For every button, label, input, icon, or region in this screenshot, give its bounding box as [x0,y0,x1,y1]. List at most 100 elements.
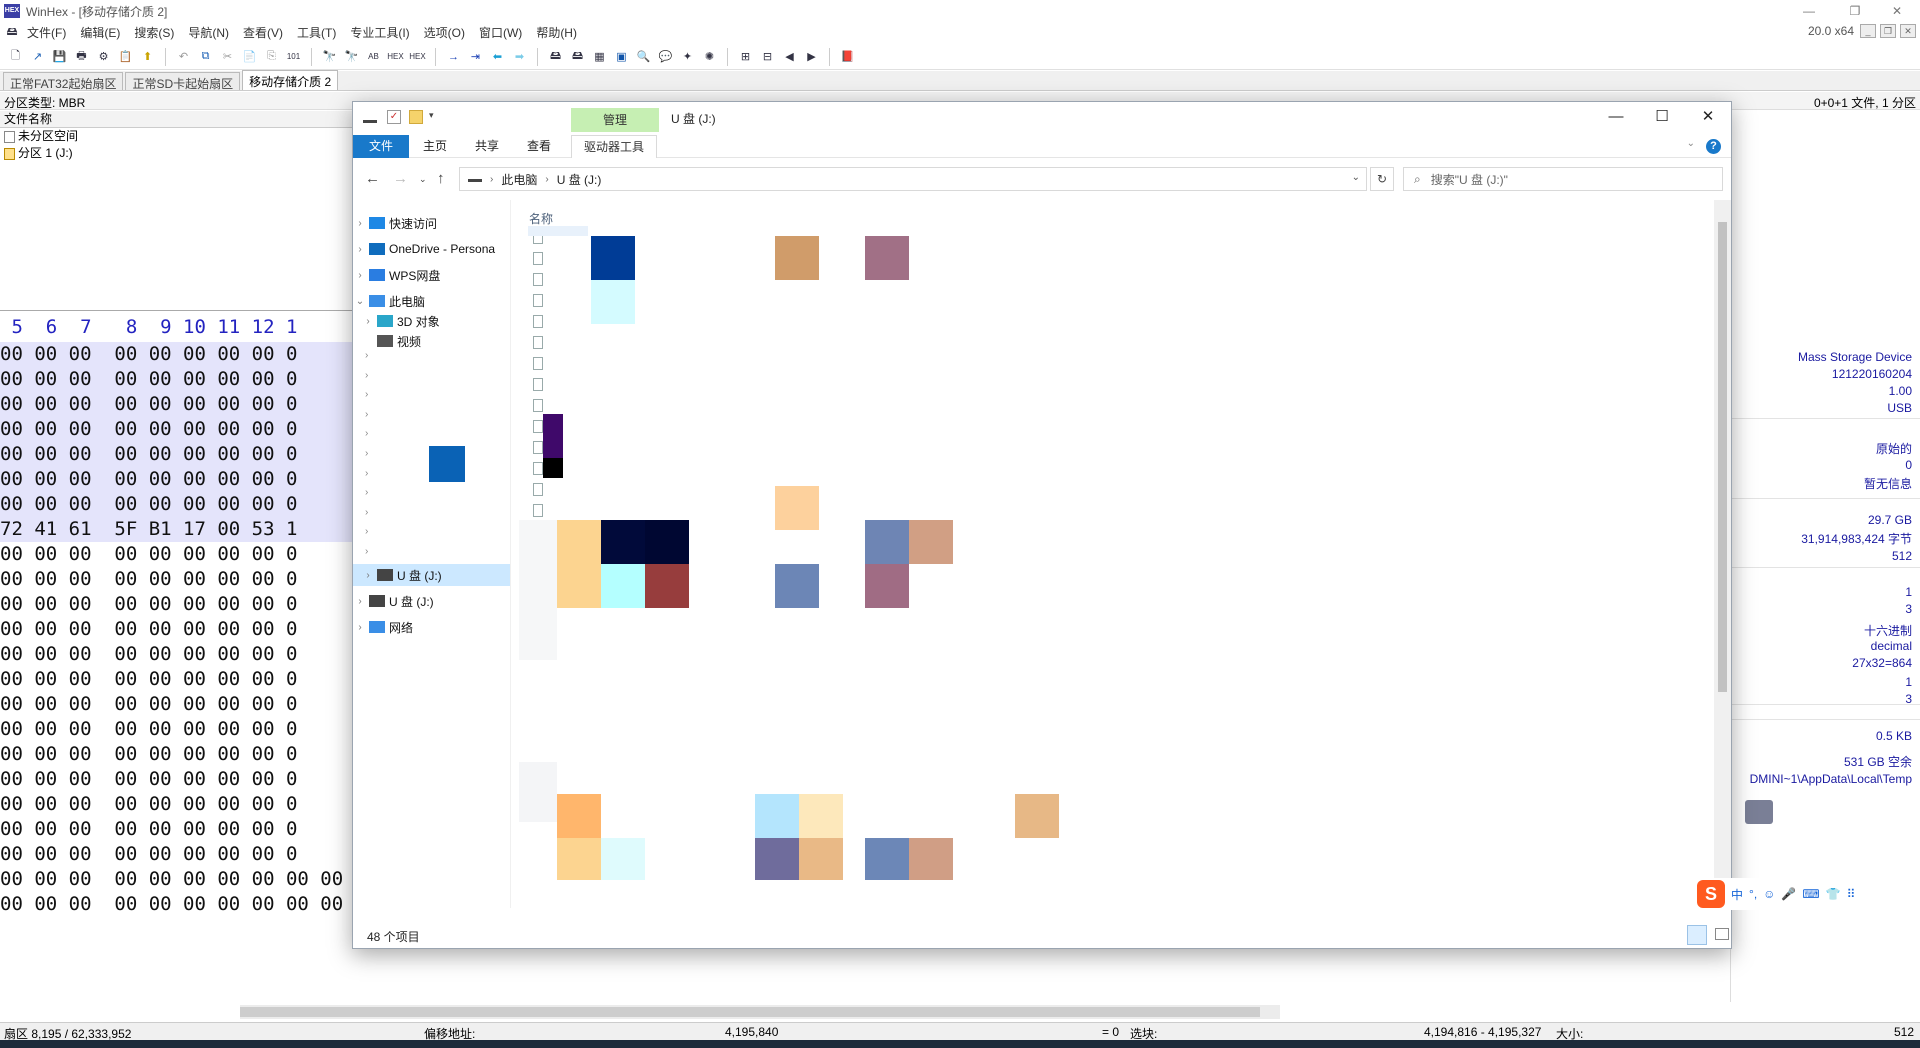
chevron-right-icon[interactable]: › [490,174,493,185]
file-list[interactable]: 名称 [513,200,1713,880]
nav-3d-objects[interactable]: › 3D 对象 [353,310,510,332]
hex-horizontal-scrollbar[interactable] [240,1005,1280,1019]
breadcrumb-drive[interactable]: U 盘 (J:) [557,171,602,188]
nav-this-pc[interactable]: ⌄ 此电脑 [353,290,510,312]
paste-icon[interactable]: 📄 [240,47,259,66]
chevron-right-icon[interactable]: › [365,526,368,537]
back-icon[interactable]: ← [365,170,380,187]
wipe-icon[interactable]: ✺ [700,47,719,66]
chevron-right-icon[interactable]: › [353,244,367,255]
tab-drive-tools[interactable]: 驱动器工具 [571,135,658,158]
maximize-icon[interactable]: ☐ [1639,102,1685,132]
nav-quick-access[interactable]: › 快速访问 [353,212,510,234]
chevron-right-icon[interactable]: › [365,428,368,439]
breadcrumb-this-pc[interactable]: 此电脑 [501,171,537,188]
menu-navigate[interactable]: 导航(N) [181,24,236,41]
undo-icon[interactable]: ↶ [174,47,193,66]
help-icon[interactable]: ? [1706,139,1721,154]
cursor-left-icon[interactable]: ◀ [780,47,799,66]
scroll-thumb[interactable] [1718,222,1727,692]
nav-drive-j[interactable]: › U 盘 (J:) [353,564,510,586]
ram-editor-icon[interactable]: ▦ [590,47,609,66]
menu-window[interactable]: 窗口(W) [472,24,529,41]
list-item[interactable]: 分区 1 (J:) [0,145,359,162]
address-bar[interactable]: › 此电脑 › U 盘 (J:) ⌄ [459,167,1367,191]
chevron-right-icon[interactable]: › [365,409,368,420]
tab-file[interactable]: 文件 [353,135,410,158]
ime-punctuation-icon[interactable]: °, [1749,887,1757,901]
calculator-icon[interactable]: ▣ [612,47,631,66]
tab-sd[interactable]: 正常SD卡起始扇区 [125,72,241,91]
tab-removable[interactable]: 移动存储介质 2 [242,70,339,90]
chevron-right-icon[interactable]: › [353,270,367,281]
chevron-right-icon[interactable]: › [365,370,368,381]
chevron-down-icon[interactable]: ⌄ [353,296,367,307]
chevron-right-icon[interactable]: › [361,316,375,327]
ime-menu-icon[interactable]: ⠿ [1847,887,1856,901]
doc-restore-icon[interactable]: ❐ [1880,24,1896,38]
binary-icon[interactable]: 101 [284,47,303,66]
ime-chinese-toggle[interactable]: 中 [1731,886,1743,903]
nav-videos[interactable]: 视频 [353,330,510,352]
ime-emoji-icon[interactable]: ☺ [1763,887,1775,901]
chevron-right-icon[interactable]: › [365,546,368,557]
paste-write-icon[interactable]: ⎘ [262,47,281,66]
forward-icon[interactable]: → [393,170,408,187]
scroll-thumb[interactable] [240,1007,1260,1017]
goto-sector-icon[interactable]: ⇥ [466,47,485,66]
open-partition-icon[interactable]: 🖴 [568,47,587,66]
menu-tools[interactable]: 工具(T) [290,24,343,41]
export-icon[interactable]: ⬆ [138,47,157,66]
find-hex-icon[interactable]: 🔭 [342,47,361,66]
minimize-icon[interactable]: — [1786,0,1832,22]
nav-network[interactable]: › 网络 [353,616,510,638]
minimize-icon[interactable]: — [1593,102,1639,132]
doc-close-icon[interactable]: ✕ [1900,24,1916,38]
tab-fat32[interactable]: 正常FAT32起始扇区 [3,72,124,91]
book-icon[interactable]: 📕 [838,47,857,66]
recover-icon[interactable]: ✦ [678,47,697,66]
new-folder-icon[interactable] [409,110,423,124]
forward-icon[interactable]: ➡ [510,47,529,66]
replace-hex-icon[interactable]: HEX [386,47,405,66]
recent-locations-icon[interactable]: ⌄ [419,174,427,185]
chevron-right-icon[interactable]: › [353,622,367,633]
copy-icon[interactable]: ⧉ [196,47,215,66]
large-icons-view-icon[interactable] [1715,928,1729,940]
close-icon[interactable]: ✕ [1685,102,1731,132]
find-text-icon[interactable]: 🔭 [320,47,339,66]
doc-minimize-icon[interactable]: _ [1860,24,1876,38]
ime-voice-icon[interactable]: 🎤 [1781,887,1796,901]
chevron-right-icon[interactable]: › [353,596,367,607]
chevron-down-icon[interactable]: ⌄ [1352,172,1360,183]
back-icon[interactable]: ⬅ [488,47,507,66]
open-icon[interactable]: ↗ [28,47,47,66]
tab-home[interactable]: 主页 [411,135,459,158]
up-icon[interactable]: ↑ [437,170,445,187]
column-header-name[interactable]: 名称 [529,210,553,227]
copy-sector-icon[interactable]: 📋 [116,47,135,66]
close-icon[interactable]: ✕ [1874,0,1920,22]
menu-edit[interactable]: 编辑(E) [73,24,127,41]
menu-search[interactable]: 搜索(S) [127,24,181,41]
template-icon[interactable]: ⊞ [736,47,755,66]
find-again-icon[interactable]: HEX [408,47,427,66]
file-list-scrollbar[interactable] [1714,200,1731,908]
chevron-right-icon[interactable]: › [365,487,368,498]
properties-icon[interactable]: ⚙ [94,47,113,66]
menu-help[interactable]: 帮助(H) [529,24,584,41]
menu-options[interactable]: 选项(O) [417,24,472,41]
details-view-icon[interactable] [1687,925,1707,945]
menu-specialist[interactable]: 专业工具(I) [343,24,416,41]
expand-ribbon-icon[interactable]: ⌄ [1687,138,1695,149]
restore-icon[interactable]: ❐ [1832,0,1878,22]
nav-onedrive[interactable]: › OneDrive - Persona [353,238,510,260]
cursor-right-icon[interactable]: ▶ [802,47,821,66]
open-disk-icon[interactable]: 🖴 [546,47,565,66]
list-item[interactable]: 未分区空间 [0,128,359,145]
sogou-logo-icon[interactable]: S [1697,880,1725,908]
menu-view[interactable]: 查看(V) [236,24,290,41]
directory-icon[interactable]: ⊟ [758,47,777,66]
app-menu-icon[interactable]: 🖴 [4,25,20,39]
menu-file[interactable]: 文件(F) [20,24,73,41]
